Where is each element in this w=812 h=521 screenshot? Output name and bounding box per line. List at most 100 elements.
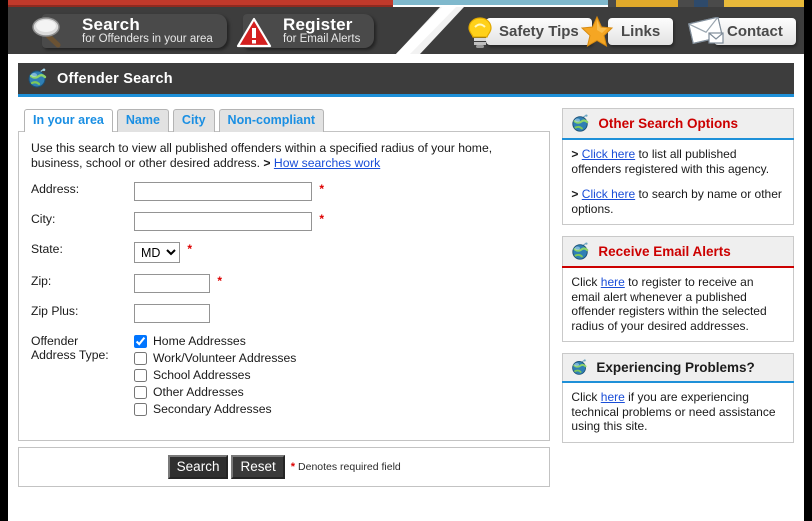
panel-paragraph: > Click here to list all published offen… (571, 147, 785, 176)
zip-label: Zip: (31, 274, 52, 288)
globe-icon (28, 68, 47, 88)
search-form-box: Use this search to view all published of… (18, 131, 551, 441)
checkbox-work-addresses-label: Work/Volunteer Addresses (153, 351, 297, 365)
address-type-label-line2: Address Type: (31, 348, 109, 362)
nav-register-line1: Register (283, 15, 353, 34)
search-tabs: In your area Name City Non-compliant (18, 108, 550, 132)
tab-non-compliant[interactable]: Non-compliant (218, 109, 325, 132)
checkbox-other-addresses-input[interactable] (134, 385, 147, 399)
city-required-mark: * (319, 212, 325, 226)
tab-city[interactable]: City (172, 109, 215, 132)
checkbox-secondary-addresses-input[interactable] (134, 402, 147, 416)
panel-experiencing-problems: Experiencing Problems? Click here if you… (562, 353, 794, 443)
tab-name[interactable]: Name (116, 109, 169, 132)
nav-register-line2: for Email Alerts (283, 33, 361, 45)
nav-contact-label: Contact (727, 23, 783, 40)
banner-gold-segment (608, 0, 804, 7)
banner-sliver (8, 0, 804, 7)
address-label: Address: (31, 182, 80, 196)
denotes-text: Denotes required field (298, 461, 401, 473)
form-intro: Use this search to view all published of… (31, 141, 537, 171)
state-required-mark: * (187, 242, 193, 256)
nav-item-register[interactable]: Register for Email Alerts (243, 14, 375, 48)
checkbox-secondary-addresses-label: Secondary Addresses (153, 402, 272, 416)
city-input[interactable] (134, 212, 312, 231)
form-intro-text: Use this search to view all published of… (31, 141, 493, 170)
browser-viewport: Search for Offenders in your area Regist… (0, 0, 812, 521)
register-email-alerts-link[interactable]: here (601, 275, 625, 289)
address-required-mark: * (319, 182, 325, 196)
bullet-arrow: > (571, 147, 579, 161)
checkbox-school-addresses[interactable]: School Addresses (134, 368, 324, 382)
state-label: State: (31, 242, 63, 256)
nav-search-line1: Search (82, 15, 140, 34)
city-label: City: (31, 212, 56, 226)
search-button[interactable]: Search (167, 455, 229, 479)
panel-experiencing-problems-header: Experiencing Problems? (562, 353, 794, 381)
panel-receive-email-alerts: Receive Email Alerts Click here to regis… (562, 236, 794, 342)
search-by-name-link[interactable]: Click here (582, 187, 635, 201)
field-row-zip: Zip: * (31, 274, 324, 304)
checkbox-school-addresses-label: School Addresses (153, 368, 251, 382)
nav-item-links[interactable]: Links (608, 18, 674, 45)
globe-icon (572, 359, 587, 375)
bullet-arrow: > (571, 187, 579, 201)
checkbox-other-addresses-label: Other Addresses (153, 385, 244, 399)
technical-support-link[interactable]: here (601, 390, 625, 404)
panel-other-search-options: Other Search Options > Click here to lis… (562, 108, 794, 225)
denotes-mark: * (290, 461, 296, 473)
page-title: Offender Search (57, 70, 173, 87)
address-input[interactable] (134, 182, 312, 201)
panel-other-search-options-body: > Click here to list all published offen… (562, 140, 794, 225)
nav-links-label: Links (621, 23, 661, 40)
field-row-address-type: Offender Address Type: Home Addresses Wo… (31, 334, 324, 430)
globe-icon (572, 242, 589, 260)
checkbox-work-addresses[interactable]: Work/Volunteer Addresses (134, 351, 324, 365)
panel-other-search-options-header: Other Search Options (562, 108, 794, 138)
address-type-label: Offender Address Type: (31, 334, 134, 430)
field-row-state: State: MD * (31, 242, 324, 274)
search-panel: In your area Name City Non-compliant Use… (18, 108, 551, 487)
address-type-label-line1: Offender (31, 334, 79, 348)
field-row-zipplus: Zip Plus: (31, 304, 324, 334)
nav-search-line2: for Offenders in your area (82, 33, 213, 45)
globe-icon (572, 114, 589, 132)
nav-item-contact[interactable]: Contact (714, 18, 796, 45)
sidebar: Other Search Options > Click here to lis… (562, 108, 794, 487)
checkbox-home-addresses-input[interactable] (134, 334, 147, 348)
panel-paragraph: > Click here to search by name or other … (571, 187, 785, 216)
how-searches-work-link[interactable]: How searches work (274, 156, 380, 170)
panel-receive-email-alerts-title: Receive Email Alerts (598, 244, 731, 259)
zip-required-mark: * (217, 274, 223, 288)
top-navigation: Search for Offenders in your area Regist… (8, 7, 804, 54)
checkbox-other-addresses[interactable]: Other Addresses (134, 385, 324, 399)
field-row-city: City: * (31, 212, 324, 242)
nav-item-search[interactable]: Search for Offenders in your area (42, 14, 227, 48)
checkbox-home-addresses[interactable]: Home Addresses (134, 334, 324, 348)
zipplus-label: Zip Plus: (31, 304, 79, 318)
panel-paragraph: Click here if you are experiencing techn… (571, 390, 785, 434)
checkbox-school-addresses-input[interactable] (134, 368, 147, 382)
panel-experiencing-problems-body: Click here if you are experiencing techn… (562, 383, 794, 443)
state-select[interactable]: MD (134, 242, 180, 263)
panel-receive-email-alerts-header: Receive Email Alerts (562, 236, 794, 266)
panel-receive-email-alerts-body: Click here to register to receive an ema… (562, 268, 794, 342)
tab-in-your-area[interactable]: In your area (24, 109, 113, 132)
form-button-bar: Search Reset * Denotes required field (18, 447, 551, 487)
search-fields-table: Address: * City: * State: MD * Zip: * Zi… (31, 182, 324, 430)
required-field-note: * Denotes required field (291, 461, 401, 473)
page-content: Offender Search In your area Name City N… (8, 54, 804, 521)
reset-button[interactable]: Reset (231, 455, 285, 479)
panel-paragraph-prefix: Click (571, 390, 601, 404)
checkbox-work-addresses-input[interactable] (134, 351, 147, 365)
list-all-offenders-link[interactable]: Click here (582, 147, 635, 161)
panel-paragraph-prefix: Click (571, 275, 601, 289)
page-titlebar: Offender Search (18, 63, 794, 97)
panel-paragraph: Click here to register to receive an ema… (571, 275, 785, 333)
checkbox-secondary-addresses[interactable]: Secondary Addresses (134, 402, 324, 416)
checkbox-home-addresses-label: Home Addresses (153, 334, 246, 348)
zip-input[interactable] (134, 274, 210, 293)
zipplus-input[interactable] (134, 304, 210, 323)
nav-item-safety-tips[interactable]: Safety Tips (486, 18, 592, 45)
field-row-address: Address: * (31, 182, 324, 212)
